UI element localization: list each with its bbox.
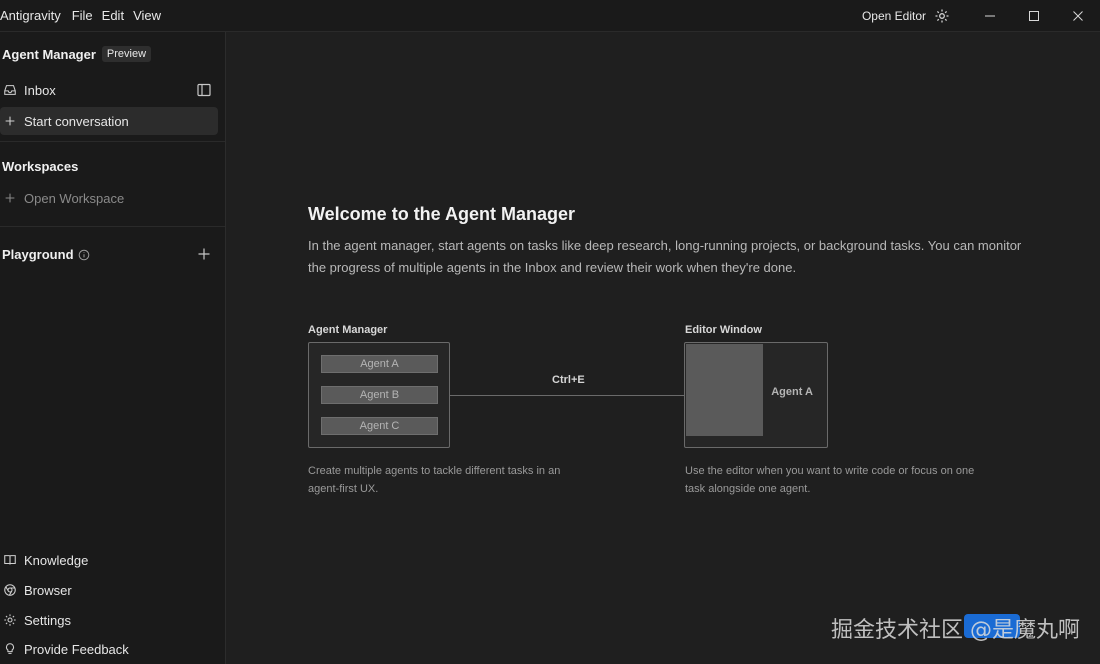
diagram-connector xyxy=(450,395,684,396)
sidebar-item-label: Settings xyxy=(24,612,71,628)
sidebar-item-settings[interactable]: Settings xyxy=(0,606,218,634)
open-workspace-button[interactable]: Open Workspace xyxy=(0,184,218,212)
preview-badge: Preview xyxy=(101,46,152,62)
editor-agent-label: Agent A xyxy=(771,386,813,398)
menu-bar: Antigravity File Edit View xyxy=(0,8,170,23)
toggle-sidebar-icon[interactable] xyxy=(196,82,212,98)
agent-manager-caption: Create multiple agents to tackle differe… xyxy=(308,465,561,495)
playground-heading: Playground xyxy=(2,247,90,262)
gear-icon[interactable] xyxy=(934,8,950,24)
agent-pill: Agent A xyxy=(321,355,438,373)
start-conversation-button[interactable]: Start conversation xyxy=(0,107,218,135)
plus-icon xyxy=(2,113,18,129)
app-name: Antigravity xyxy=(0,8,61,23)
menu-edit[interactable]: Edit xyxy=(102,8,129,23)
watermark: 掘金技术社区 @是魔丸啊 xyxy=(831,618,1080,643)
book-icon xyxy=(2,552,18,568)
info-icon[interactable] xyxy=(78,249,90,261)
editor-window-caption: Use the editor when you want to write co… xyxy=(685,465,975,495)
sidebar-item-browser[interactable]: Browser xyxy=(0,576,218,604)
minimize-icon xyxy=(985,15,995,17)
workspaces-title: Workspaces xyxy=(2,159,79,174)
lightbulb-icon xyxy=(2,641,18,657)
sidebar-item-label: Provide Feedback xyxy=(24,641,129,657)
editor-window-label: Editor Window xyxy=(685,324,762,336)
agent-manager-diagram: Agent A Agent B Agent C xyxy=(308,342,450,448)
minimize-button[interactable] xyxy=(968,0,1012,32)
sidebar-header: Agent Manager Preview xyxy=(2,46,152,62)
sidebar-item-label: Start conversation xyxy=(24,113,129,129)
menu-file[interactable]: File xyxy=(72,8,98,23)
close-button[interactable] xyxy=(1056,0,1100,32)
gear-icon xyxy=(2,612,18,628)
sidebar-item-feedback[interactable]: Provide Feedback xyxy=(0,635,218,663)
sidebar-item-knowledge[interactable]: Knowledge xyxy=(0,546,218,574)
workspaces-heading: Workspaces xyxy=(2,159,78,174)
agent-pill: Agent B xyxy=(321,386,438,404)
agent-pill: Agent C xyxy=(321,417,438,435)
main-content: Welcome to the Agent Manager In the agen… xyxy=(227,32,1100,664)
inbox-icon xyxy=(2,82,18,98)
editor-pane xyxy=(686,344,763,436)
sidebar-divider xyxy=(0,226,225,227)
sidebar-item-label: Inbox xyxy=(24,82,56,98)
agent-manager-label: Agent Manager xyxy=(308,324,388,336)
page-title: Welcome to the Agent Manager xyxy=(308,204,576,224)
close-icon xyxy=(1073,11,1083,21)
sidebar-item-inbox[interactable]: Inbox xyxy=(0,76,218,104)
sidebar: Agent Manager Preview Inbox Start conver… xyxy=(0,32,226,664)
plus-icon xyxy=(2,190,18,206)
sidebar-item-label: Browser xyxy=(24,582,72,598)
playground-title: Playground xyxy=(2,247,74,262)
menu-view[interactable]: View xyxy=(133,8,166,23)
maximize-icon xyxy=(1029,11,1039,21)
sidebar-item-label: Open Workspace xyxy=(24,190,125,206)
browser-icon xyxy=(2,582,18,598)
sidebar-divider xyxy=(0,141,225,142)
maximize-button[interactable] xyxy=(1012,0,1056,32)
add-playground-icon[interactable] xyxy=(197,247,211,261)
open-editor-button[interactable]: Open Editor xyxy=(862,9,926,23)
shortcut-label: Ctrl+E xyxy=(552,374,585,386)
sidebar-item-label: Knowledge xyxy=(24,552,89,568)
sidebar-title: Agent Manager xyxy=(2,46,96,62)
title-bar: Antigravity File Edit View Open Editor xyxy=(0,0,1100,32)
title-controls: Open Editor xyxy=(862,0,1100,32)
welcome-description: In the agent manager, start agents on ta… xyxy=(308,238,1022,275)
editor-window-diagram: Agent A xyxy=(684,342,828,448)
